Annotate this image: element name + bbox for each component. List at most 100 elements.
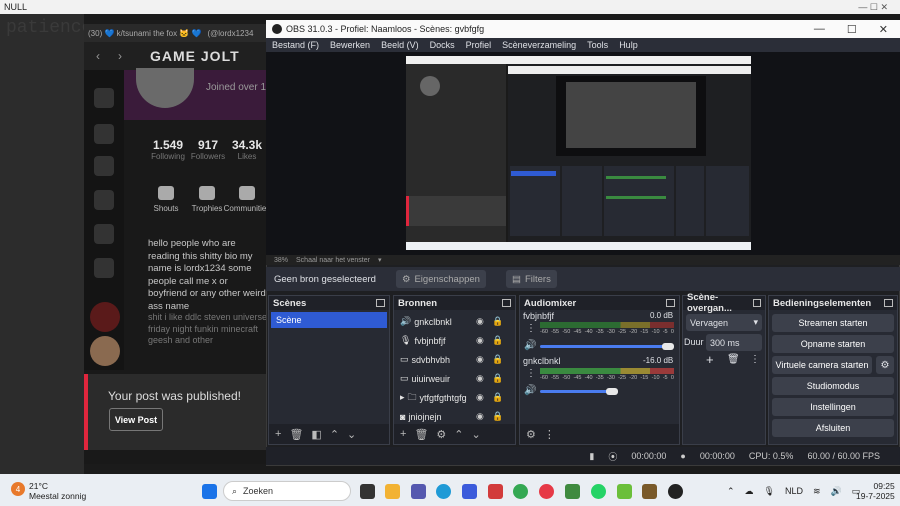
view-post-button[interactable]: View Post [109,408,163,431]
preview-canvas[interactable] [406,56,751,250]
back-icon[interactable]: ‹ [96,49,100,63]
taskbar-search[interactable]: ⌕ Zoeken [223,481,351,501]
speaker-icon[interactable]: 🔊 [524,340,536,351]
down-icon[interactable]: ⌄ [472,428,481,441]
expand-icon[interactable]: ▸ [400,392,405,403]
add-icon[interactable]: + [275,428,281,440]
studio-mode-button[interactable]: Studiomodus [772,377,894,395]
down-icon[interactable]: ⌄ [347,428,356,441]
more-icon[interactable]: ⋮ [526,368,536,379]
trash-icon[interactable]: 🗑 [289,428,303,441]
source-item[interactable]: 🔊 gnkclbnkl ◉ 🔒 [394,312,515,331]
bag-icon[interactable] [94,156,114,176]
maximize-icon[interactable]: ☐ [847,23,857,36]
eye-icon[interactable]: ◉ [476,316,484,327]
menu-bestand[interactable]: Bestand (F) [272,40,319,50]
forward-icon[interactable]: › [118,49,122,63]
chat-icon[interactable] [94,224,114,244]
volume-icon[interactable]: 🔊 [831,486,842,497]
browser-tab-1[interactable]: (30) 💙 k/tsunami the fox 🐱 💙 [88,29,201,38]
eye-icon[interactable]: ◉ [476,411,484,422]
duration-input[interactable]: 300 ms [706,334,762,351]
clock[interactable]: 09:25 19-7-2025 [856,481,895,501]
gear-icon[interactable]: ⚙ [876,356,894,374]
gear-icon[interactable]: ⚙ [436,428,446,441]
up-icon[interactable]: ⌃ [330,428,339,441]
eye-icon[interactable]: ◉ [476,335,484,346]
lock-icon[interactable]: 🔒 [492,335,503,346]
channel-2-fader[interactable] [540,390,612,393]
menu-docks[interactable]: Docks [430,40,455,50]
properties-button[interactable]: ⚙ Eigenschappen [395,270,486,288]
browser-tabs[interactable]: (30) 💙 k/tsunami the fox 🐱 💙 (@lordx1234 [84,24,270,42]
lock-icon[interactable]: 🔒 [492,411,503,422]
popout-icon[interactable] [502,299,511,307]
user-avatar[interactable] [90,336,120,366]
chrome-icon[interactable] [513,484,528,499]
game-icon[interactable] [617,484,632,499]
menu-beeld[interactable]: Beeld (V) [381,40,419,50]
language-indicator[interactable]: NLD [785,486,803,497]
popout-icon[interactable] [666,299,675,307]
lock-icon[interactable]: 🔒 [492,316,503,327]
edge-icon[interactable] [436,484,451,499]
menu-profiel[interactable]: Profiel [466,40,492,50]
community-icon[interactable] [90,302,120,332]
app-icon[interactable] [642,484,657,499]
home-icon[interactable] [94,88,114,108]
eye-icon[interactable]: ◉ [476,392,484,403]
chevron-up-icon[interactable]: ⌃ [727,486,735,497]
whatsapp-icon[interactable] [591,484,606,499]
start-streaming-button[interactable]: Streamen starten [772,314,894,332]
teams-icon[interactable] [411,484,426,499]
close-icon[interactable]: ✕ [879,23,888,36]
weather-widget[interactable]: 21°C Meestal zonnig [29,481,86,501]
menu-sceneverzameling[interactable]: Scèneverzameling [502,40,576,50]
channel-1-fader[interactable] [540,345,674,348]
scene-item[interactable]: Scène [271,312,387,328]
wifi-icon[interactable]: ≋ [813,486,821,497]
zoom-dropdown-icon[interactable]: ▾ [378,256,382,264]
task-view-icon[interactable] [360,484,375,499]
windows-start-icon[interactable] [202,484,217,499]
transition-select[interactable]: Vervagen ▾ [686,314,762,331]
store-icon[interactable] [462,484,477,499]
filters-button[interactable]: ▤ Filters [505,270,557,288]
popout-icon[interactable] [752,299,761,307]
channel-2-fader-knob[interactable] [606,388,618,395]
source-item[interactable]: ▸ 🗀 ytfgtfgthtgfg ◉ 🔒 [394,388,515,407]
more-icon[interactable]: ⋮ [526,323,536,334]
cloud-icon[interactable]: ☁ [745,486,754,497]
trash-icon[interactable]: 🗑 [414,428,428,441]
null-window-controls[interactable]: — ☐ ✕ [858,2,900,13]
library-icon[interactable] [94,258,114,278]
lock-icon[interactable]: 🔒 [492,354,503,365]
filter-icon[interactable]: ◧ [311,428,321,441]
weather-badge[interactable]: 4 [11,482,25,496]
add-icon[interactable]: + [400,428,406,440]
more-icon[interactable]: ⋮ [544,428,555,441]
zoom-mode-select[interactable]: Schaal naar het venster [296,257,370,264]
menu-tools[interactable]: Tools [587,40,608,50]
exit-button[interactable]: Afsluiten [772,419,894,437]
minimize-icon[interactable]: — [814,23,825,36]
obs-taskbar-icon[interactable] [668,484,683,499]
menu-bewerken[interactable]: Bewerken [330,40,370,50]
lock-icon[interactable]: 🔒 [492,392,503,403]
gear-icon[interactable]: ⚙ [526,428,536,441]
file-explorer-icon[interactable] [385,484,400,499]
source-item[interactable]: 🎙 fvbjnbfjf ◉ 🔒 [394,331,515,350]
minecraft-icon[interactable] [565,484,580,499]
browser-tab-2[interactable]: (@lordx1234 [207,29,253,38]
speaker-icon[interactable]: 🔊 [524,385,536,396]
gamejolt-logo[interactable]: GAME JOLT [150,48,240,64]
channel-1-fader-knob[interactable] [662,343,674,350]
nav-communities[interactable]: Communities [222,186,272,213]
mic-icon[interactable]: 🎙 [764,486,775,497]
stat-likes[interactable]: 34.3k Likes [224,138,270,161]
settings-button[interactable]: Instellingen [772,398,894,416]
up-icon[interactable]: ⌃ [454,428,463,441]
source-item[interactable]: ▭ sdvbhvbh ◉ 🔒 [394,350,515,369]
source-item[interactable]: ▭ uiuirweuir ◉ 🔒 [394,369,515,388]
menu-hulp[interactable]: Hulp [619,40,638,50]
